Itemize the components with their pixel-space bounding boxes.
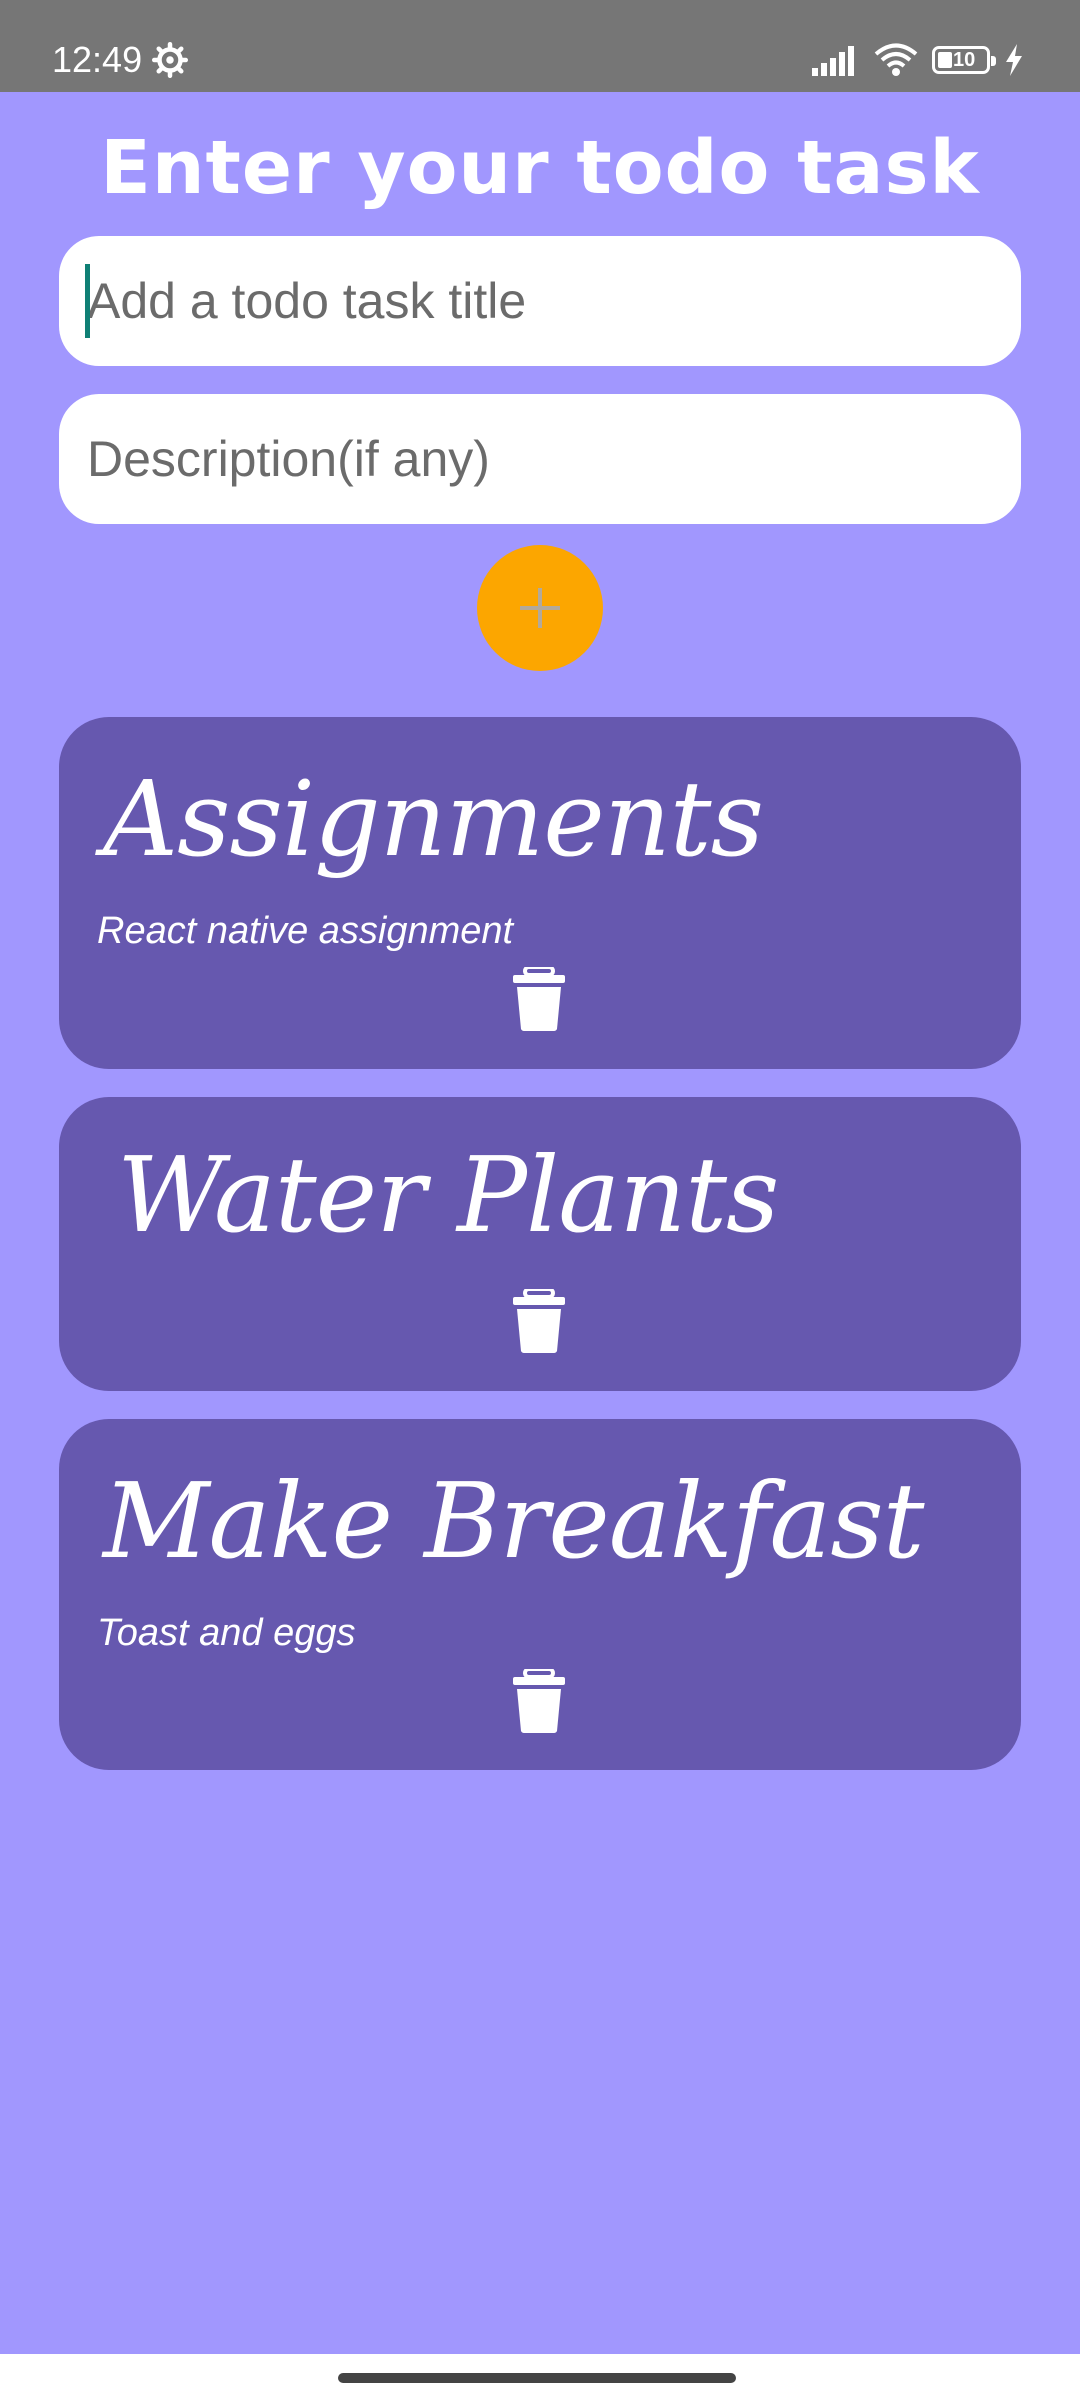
battery-level: 10 [953, 49, 976, 71]
gear-icon [152, 42, 188, 78]
signal-icon [812, 46, 854, 76]
todo-title: Make Breakfast [103, 1460, 924, 1582]
todo-description: Toast and eggs [97, 1612, 356, 1654]
add-todo-button[interactable] [477, 545, 603, 671]
battery-icon: 10 [932, 46, 996, 74]
status-time: 12:49 [52, 39, 143, 80]
todo-description-input[interactable]: Description(if any) [59, 394, 1021, 524]
text-caret [85, 264, 90, 338]
trash-icon[interactable] [511, 1669, 567, 1733]
todo-card: Water Plants [59, 1097, 1021, 1391]
todo-description-placeholder: Description(if any) [87, 431, 490, 487]
todo-title: Assignments [103, 758, 764, 880]
todo-title: Water Plants [117, 1134, 779, 1256]
trash-icon[interactable] [511, 967, 567, 1031]
plus-icon [520, 588, 560, 628]
wifi-icon [874, 43, 918, 76]
page-title: Enter your todo task [100, 125, 980, 211]
status-icons: 10 [812, 40, 1024, 80]
todo-title-input[interactable]: Add a todo task title [59, 236, 1021, 366]
todo-title-placeholder: Add a todo task title [87, 273, 527, 329]
todo-card: Make Breakfast Toast and eggs [59, 1419, 1021, 1770]
todo-card: Assignments React native assignment [59, 717, 1021, 1069]
todo-description: React native assignment [97, 910, 514, 952]
status-bar: 12:49 10 [0, 0, 1080, 92]
charging-icon [1006, 44, 1022, 76]
home-indicator[interactable] [338, 2373, 736, 2383]
trash-icon[interactable] [511, 1289, 567, 1353]
